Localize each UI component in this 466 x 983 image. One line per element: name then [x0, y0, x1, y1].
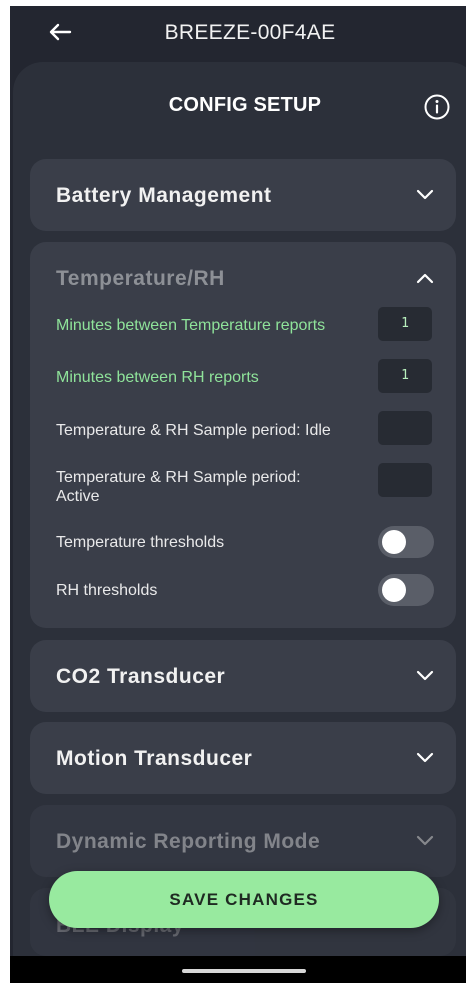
home-indicator[interactable]	[182, 969, 306, 973]
temperature-thresholds-toggle[interactable]	[378, 526, 434, 558]
section-motion-transducer[interactable]: Motion Transducer	[30, 722, 456, 794]
temp-report-minutes-input[interactable]: 1	[378, 307, 432, 341]
rh-report-minutes-label: Minutes between RH reports	[56, 369, 259, 386]
rh-thresholds-toggle[interactable]	[378, 574, 434, 606]
chevron-down-icon	[416, 835, 434, 846]
rh-report-minutes-input[interactable]: 1	[378, 359, 432, 393]
chevron-down-icon	[416, 189, 434, 200]
info-icon[interactable]	[424, 94, 450, 120]
sample-period-idle-label: Temperature & RH Sample period: Idle	[56, 422, 331, 439]
sample-period-active-input[interactable]	[378, 463, 432, 497]
section-co2-transducer[interactable]: CO2 Transducer	[30, 640, 456, 712]
sample-period-idle-input[interactable]	[378, 411, 432, 445]
top-bar: BREEZE-00F4AE	[10, 6, 466, 62]
section-title: Motion Transducer	[56, 747, 253, 770]
temperature-thresholds-label: Temperature thresholds	[56, 534, 225, 551]
section-title: Dynamic Reporting Mode	[56, 830, 321, 853]
toggle-knob	[382, 530, 406, 554]
app-screen: BREEZE-00F4AE CONFIG SETUP Battery Manag…	[10, 6, 466, 983]
chevron-down-icon	[416, 752, 434, 763]
section-temperature-rh: Temperature/RH Minutes between Temperatu…	[30, 242, 456, 628]
toggle-knob	[382, 578, 406, 602]
chevron-down-icon	[416, 670, 434, 681]
save-changes-button[interactable]: SAVE CHANGES	[49, 871, 439, 928]
device-name: BREEZE-00F4AE	[164, 21, 336, 44]
page-title: CONFIG SETUP	[168, 94, 322, 116]
section-title: Battery Management	[56, 184, 272, 207]
temp-report-minutes-label: Minutes between Temperature reports	[56, 317, 326, 334]
chevron-up-icon[interactable]	[416, 272, 434, 284]
section-dynamic-reporting-mode[interactable]: Dynamic Reporting Mode	[30, 805, 456, 877]
section-battery-management[interactable]: Battery Management	[30, 159, 456, 231]
rh-thresholds-label: RH thresholds	[56, 582, 158, 599]
sample-period-active-label: Temperature & RH Sample period: Active	[56, 469, 301, 505]
section-title[interactable]: Temperature/RH	[56, 267, 225, 291]
section-title: CO2 Transducer	[56, 665, 226, 688]
